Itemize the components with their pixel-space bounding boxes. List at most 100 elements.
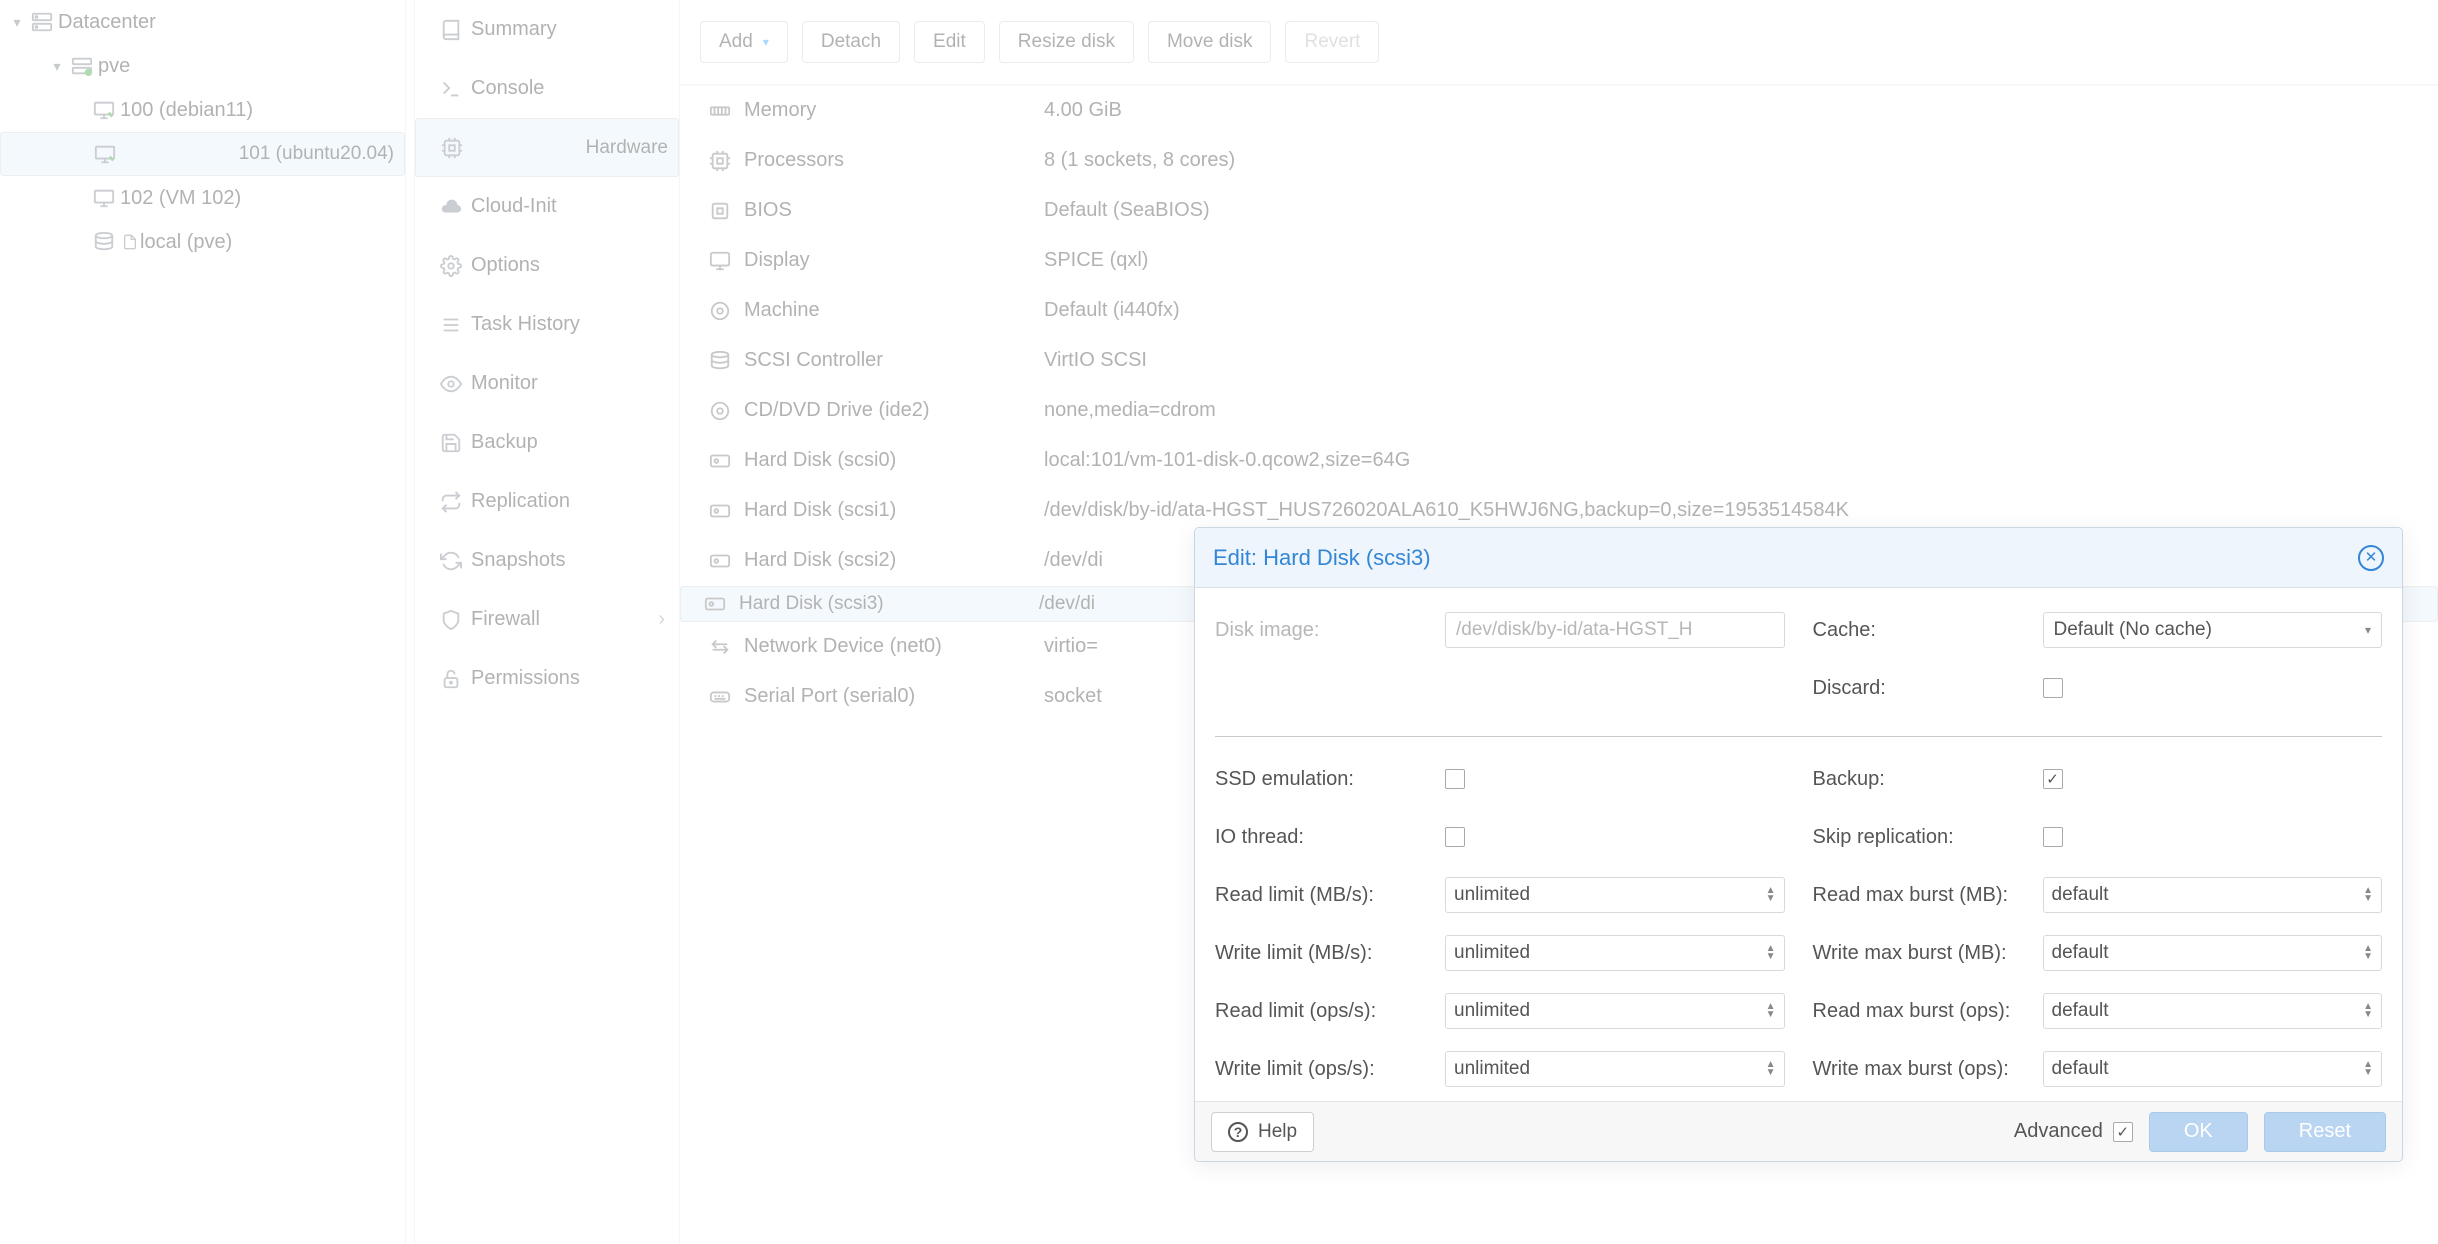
write-burst-mb-input[interactable]: default▲▼ [2043,935,2383,971]
menu-icon [431,550,471,572]
write-limit-mb-input[interactable]: unlimited▲▼ [1445,935,1785,971]
menu-icon [431,432,471,454]
menu-item-options[interactable]: Options [415,236,679,295]
menu-label: Permissions [471,667,580,690]
skip-replication-checkbox[interactable] [2043,827,2063,847]
dialog-title: Edit: Hard Disk (scsi3) [1213,545,1431,571]
menu-item-hardware[interactable]: Hardware [415,118,679,177]
hardware-row[interactable]: Hard Disk (scsi0)local:101/vm-101-disk-0… [680,436,2438,486]
menu-item-firewall[interactable]: Firewall› [415,590,679,649]
spinner-arrows-icon: ▲▼ [1766,887,1776,903]
hardware-row[interactable]: BIOSDefault (SeaBIOS) [680,186,2438,236]
menu-item-replication[interactable]: Replication [415,472,679,531]
close-icon[interactable]: ✕ [2358,545,2384,571]
storage-icon [88,231,120,253]
edit-hard-disk-dialog: Edit: Hard Disk (scsi3) ✕ Disk image: Ca… [1194,527,2403,1162]
tree-label: 102 (VM 102) [120,187,241,210]
hardware-row[interactable]: Processors8 (1 sockets, 8 cores) [680,136,2438,186]
field-discard: Discard: [1813,668,2383,708]
vm-icon [89,143,121,165]
hardware-row[interactable]: Memory4.00 GiB [680,86,2438,136]
hardware-value: SPICE (qxl) [1044,249,2438,272]
menu-item-snapshots[interactable]: Snapshots [415,531,679,590]
resize-disk-button[interactable]: Resize disk [999,21,1134,63]
hardware-label: BIOS [744,199,1044,222]
spin-value: unlimited [1454,1058,1530,1080]
read-limit-ops-input[interactable]: unlimited▲▼ [1445,993,1785,1029]
menu-icon [431,78,471,100]
label-read-burst-mb: Read max burst (MB): [1813,884,2043,907]
hardware-label: Hard Disk (scsi1) [744,499,1044,522]
menu-item-summary[interactable]: Summary [415,0,679,59]
spinner-arrows-icon: ▲▼ [2363,1003,2373,1019]
hardware-icon [696,400,744,422]
hardware-row[interactable]: SCSI ControllerVirtIO SCSI [680,336,2438,386]
menu-item-monitor[interactable]: Monitor [415,354,679,413]
menu-item-backup[interactable]: Backup [415,413,679,472]
cache-select[interactable]: Default (No cache)▾ [2043,612,2383,648]
add-button[interactable]: Add ▾ [700,21,788,63]
label-write-ops: Write limit (ops/s): [1215,1058,1445,1081]
menu-item-permissions[interactable]: Permissions [415,649,679,708]
menu-item-console[interactable]: Console [415,59,679,118]
label-backup: Backup: [1813,768,2043,791]
tree-vm-102[interactable]: 102 (VM 102) [0,176,405,220]
button-label: Add [719,31,753,53]
menu-label: Options [471,254,540,277]
field-disk-image: Disk image: [1215,610,1785,650]
hardware-value: 8 (1 sockets, 8 cores) [1044,149,2438,172]
advanced-checkbox[interactable] [2113,1122,2133,1142]
hardware-label: Hard Disk (scsi0) [744,449,1044,472]
menu-icon [431,668,471,690]
spin-value: default [2052,884,2109,906]
hardware-icon [696,300,744,322]
tree-vm-100[interactable]: 100 (debian11) [0,88,405,132]
hardware-label: Network Device (net0) [744,635,1044,658]
chevron-down-icon: ▾ [763,35,769,49]
tree-label: 100 (debian11) [120,99,253,122]
advanced-label: Advanced [2014,1120,2103,1143]
menu-item-cloud-init[interactable]: Cloud-Init [415,177,679,236]
label-write-mb: Write limit (MB/s): [1215,942,1445,965]
move-disk-button[interactable]: Move disk [1148,21,1272,63]
hardware-row[interactable]: CD/DVD Drive (ide2)none,media=cdrom [680,386,2438,436]
tree-datacenter[interactable]: ▾ Datacenter [0,0,405,44]
iothread-checkbox[interactable] [1445,827,1465,847]
write-limit-ops-input[interactable]: unlimited ▲▼ [1445,1051,1785,1087]
tree-node-pve[interactable]: ▾ pve [0,44,405,88]
write-burst-ops-input[interactable]: default▲▼ [2043,1051,2383,1087]
menu-icon [431,255,471,277]
label-io: IO thread: [1215,826,1445,849]
discard-checkbox[interactable] [2043,678,2063,698]
label-read-ops: Read limit (ops/s): [1215,1000,1445,1023]
ssd-checkbox[interactable] [1445,769,1465,789]
read-burst-ops-input[interactable]: default▲▼ [2043,993,2383,1029]
reset-button[interactable]: Reset [2264,1112,2386,1152]
hardware-value: Default (i440fx) [1044,299,2438,322]
menu-label: Cloud-Init [471,195,557,218]
spinner-arrows-icon: ▲▼ [2363,945,2373,961]
advanced-toggle[interactable]: Advanced [2014,1120,2133,1143]
tree-vm-101[interactable]: 101 (ubuntu20.04) [0,132,405,176]
tree-storage-local[interactable]: local (pve) [0,220,405,264]
hardware-label: Memory [744,99,1044,122]
label-read-burst-ops: Read max burst (ops): [1813,1000,2043,1023]
spinner-arrows-icon: ▲▼ [1766,1061,1776,1077]
ok-button[interactable]: OK [2149,1112,2248,1152]
hardware-row[interactable]: MachineDefault (i440fx) [680,286,2438,336]
tree-label: 101 (ubuntu20.04) [239,143,394,165]
detach-button[interactable]: Detach [802,21,900,63]
hardware-icon [696,500,744,522]
backup-checkbox[interactable] [2043,769,2063,789]
vm-icon [88,187,120,209]
help-button[interactable]: ? Help [1211,1112,1314,1152]
read-limit-mb-input[interactable]: unlimited▲▼ [1445,877,1785,913]
spinner-arrows-icon: ▲▼ [1766,945,1776,961]
edit-button[interactable]: Edit [914,21,985,63]
select-value: Default (No cache) [2054,619,2212,641]
read-burst-mb-input[interactable]: default▲▼ [2043,877,2383,913]
menu-item-task-history[interactable]: Task History [415,295,679,354]
chevron-right-icon: › [658,608,665,631]
revert-button[interactable]: Revert [1285,21,1379,63]
hardware-row[interactable]: DisplaySPICE (qxl) [680,236,2438,286]
